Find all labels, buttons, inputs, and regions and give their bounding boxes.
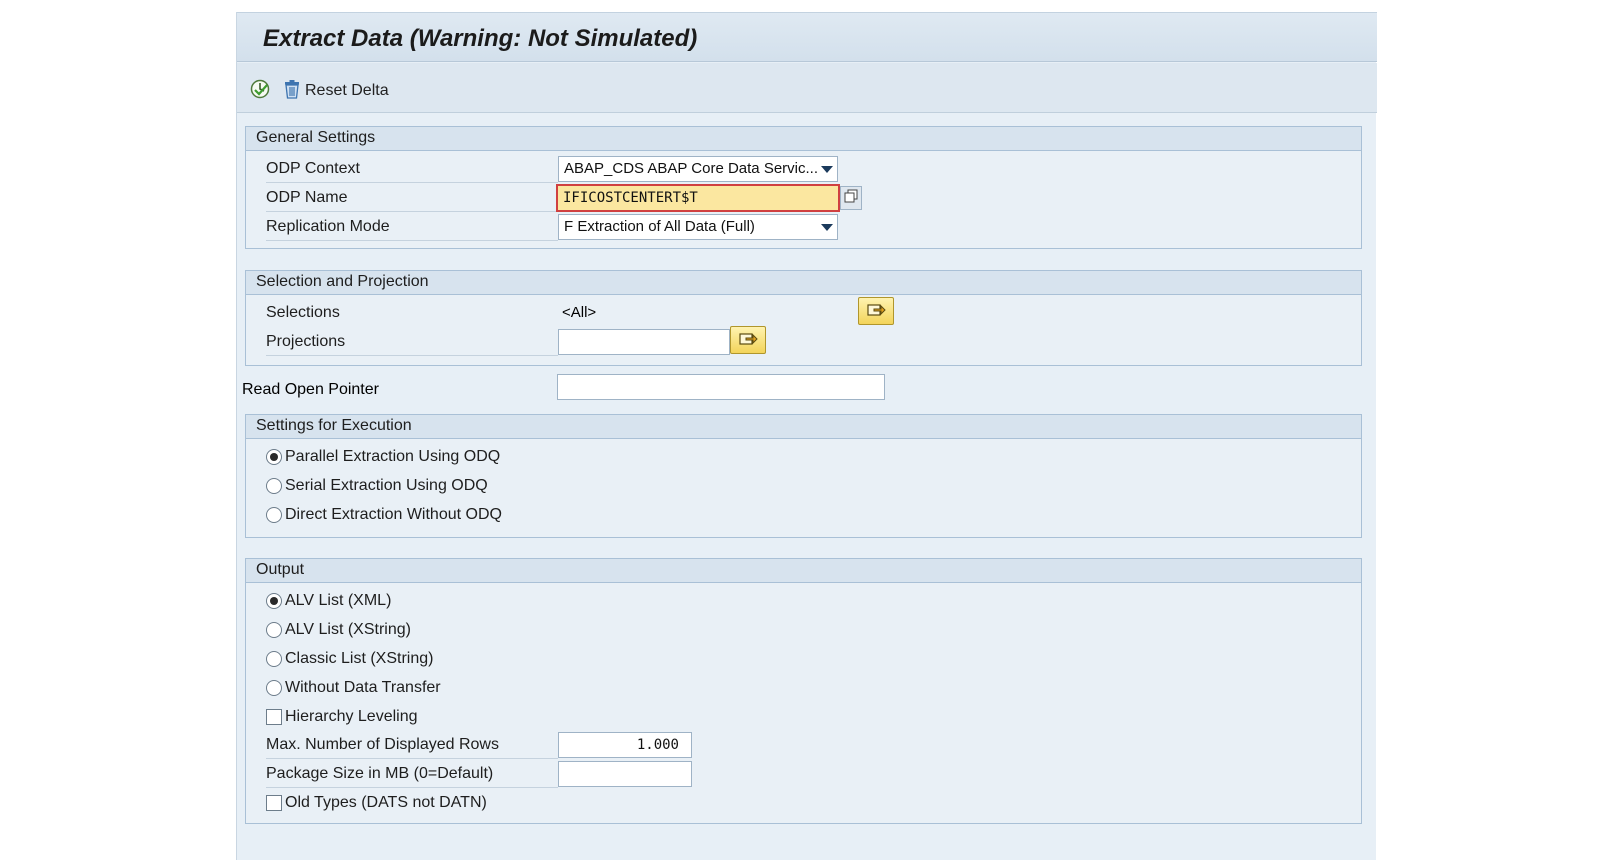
max-rows-value: 1.000 — [636, 737, 679, 753]
radio-serial-extraction[interactable]: Serial Extraction Using ODQ — [266, 474, 488, 498]
replication-mode-value: F Extraction of All Data (Full) — [564, 218, 755, 235]
read-open-pointer-label: Read Open Pointer — [242, 381, 379, 398]
radio-button[interactable] — [266, 507, 282, 523]
chevron-down-icon — [821, 224, 833, 231]
package-size-input[interactable] — [558, 761, 692, 787]
replication-mode-dropdown[interactable]: F Extraction of All Data (Full) — [558, 214, 838, 240]
arrow-edit-icon — [866, 300, 886, 323]
radio-classic-list[interactable]: Classic List (XString) — [266, 647, 433, 671]
value-help-button[interactable] — [840, 186, 862, 210]
max-rows-label: Max. Number of Displayed Rows — [266, 731, 558, 759]
execute-button[interactable] — [249, 78, 271, 104]
execution-settings-panel: Settings for Execution Parallel Extracti… — [245, 414, 1362, 538]
radio-without-data-transfer[interactable]: Without Data Transfer — [266, 676, 441, 700]
radio-button[interactable] — [266, 651, 282, 667]
radio-button[interactable] — [266, 593, 282, 609]
chevron-down-icon — [821, 166, 833, 173]
read-open-pointer-input[interactable] — [557, 374, 885, 400]
radio-label: Without Data Transfer — [285, 679, 441, 696]
odp-context-value: ABAP_CDS ABAP Core Data Servic... — [564, 160, 818, 177]
reset-delta-button[interactable]: Reset Delta — [281, 78, 389, 104]
general-settings-header: General Settings — [246, 127, 1361, 151]
radio-button[interactable] — [266, 622, 282, 638]
toolbar: Reset Delta — [237, 63, 1377, 113]
radio-direct-extraction[interactable]: Direct Extraction Without ODQ — [266, 503, 502, 527]
execute-clock-icon — [249, 78, 271, 105]
hierarchy-leveling-checkbox[interactable]: Hierarchy Leveling — [266, 705, 418, 729]
checkbox-label: Old Types (DATS not DATN) — [285, 794, 487, 811]
odp-name-label: ODP Name — [266, 184, 558, 212]
selections-value: <All> — [562, 304, 597, 321]
odp-name-value: IFICOSTCENTERT$T — [563, 190, 698, 206]
trash-icon — [281, 78, 303, 105]
radio-label: ALV List (XML) — [285, 592, 392, 609]
package-size-label: Package Size in MB (0=Default) — [266, 760, 558, 788]
old-types-checkbox[interactable]: Old Types (DATS not DATN) — [266, 791, 487, 815]
reset-delta-label: Reset Delta — [305, 82, 389, 99]
selections-label: Selections — [266, 304, 340, 321]
execution-settings-header: Settings for Execution — [246, 415, 1361, 439]
odp-context-label: ODP Context — [266, 155, 558, 183]
checkbox[interactable] — [266, 709, 282, 725]
checkbox[interactable] — [266, 795, 282, 811]
selection-projection-panel: Selection and Projection Selections <All… — [245, 270, 1362, 366]
output-header: Output — [246, 559, 1361, 583]
radio-button[interactable] — [266, 680, 282, 696]
radio-button[interactable] — [266, 449, 282, 465]
projections-edit-button[interactable] — [730, 326, 766, 354]
projections-input[interactable] — [558, 329, 730, 355]
extract-data-window: Extract Data (Warning: Not Simulated) Re… — [236, 12, 1377, 860]
radio-alv-xstring[interactable]: ALV List (XString) — [266, 618, 411, 642]
output-panel: Output ALV List (XML) ALV List (XString)… — [245, 558, 1362, 824]
radio-selected-dot — [270, 453, 278, 461]
general-settings-panel: General Settings ODP Context ABAP_CDS AB… — [245, 126, 1362, 249]
radio-label: Classic List (XString) — [285, 650, 434, 667]
radio-label: Parallel Extraction Using ODQ — [285, 448, 501, 465]
title-bar: Extract Data (Warning: Not Simulated) — [237, 12, 1377, 62]
max-rows-input[interactable]: 1.000 — [558, 732, 692, 758]
selection-projection-header: Selection and Projection — [246, 271, 1361, 295]
radio-button[interactable] — [266, 478, 282, 494]
odp-name-input[interactable]: IFICOSTCENTERT$T — [556, 184, 840, 212]
selections-edit-button[interactable] — [858, 297, 894, 325]
radio-label: ALV List (XString) — [285, 621, 411, 638]
radio-label: Serial Extraction Using ODQ — [285, 477, 488, 494]
replication-mode-label: Replication Mode — [266, 213, 558, 241]
radio-selected-dot — [270, 597, 278, 605]
page-title: Extract Data (Warning: Not Simulated) — [263, 25, 698, 52]
arrow-edit-icon — [738, 329, 758, 352]
projections-label: Projections — [266, 328, 558, 356]
copy-icon — [844, 189, 858, 208]
radio-parallel-extraction[interactable]: Parallel Extraction Using ODQ — [266, 445, 500, 469]
odp-context-dropdown[interactable]: ABAP_CDS ABAP Core Data Servic... — [558, 156, 838, 182]
radio-label: Direct Extraction Without ODQ — [285, 506, 502, 523]
radio-alv-xml[interactable]: ALV List (XML) — [266, 589, 391, 613]
checkbox-label: Hierarchy Leveling — [285, 708, 418, 725]
